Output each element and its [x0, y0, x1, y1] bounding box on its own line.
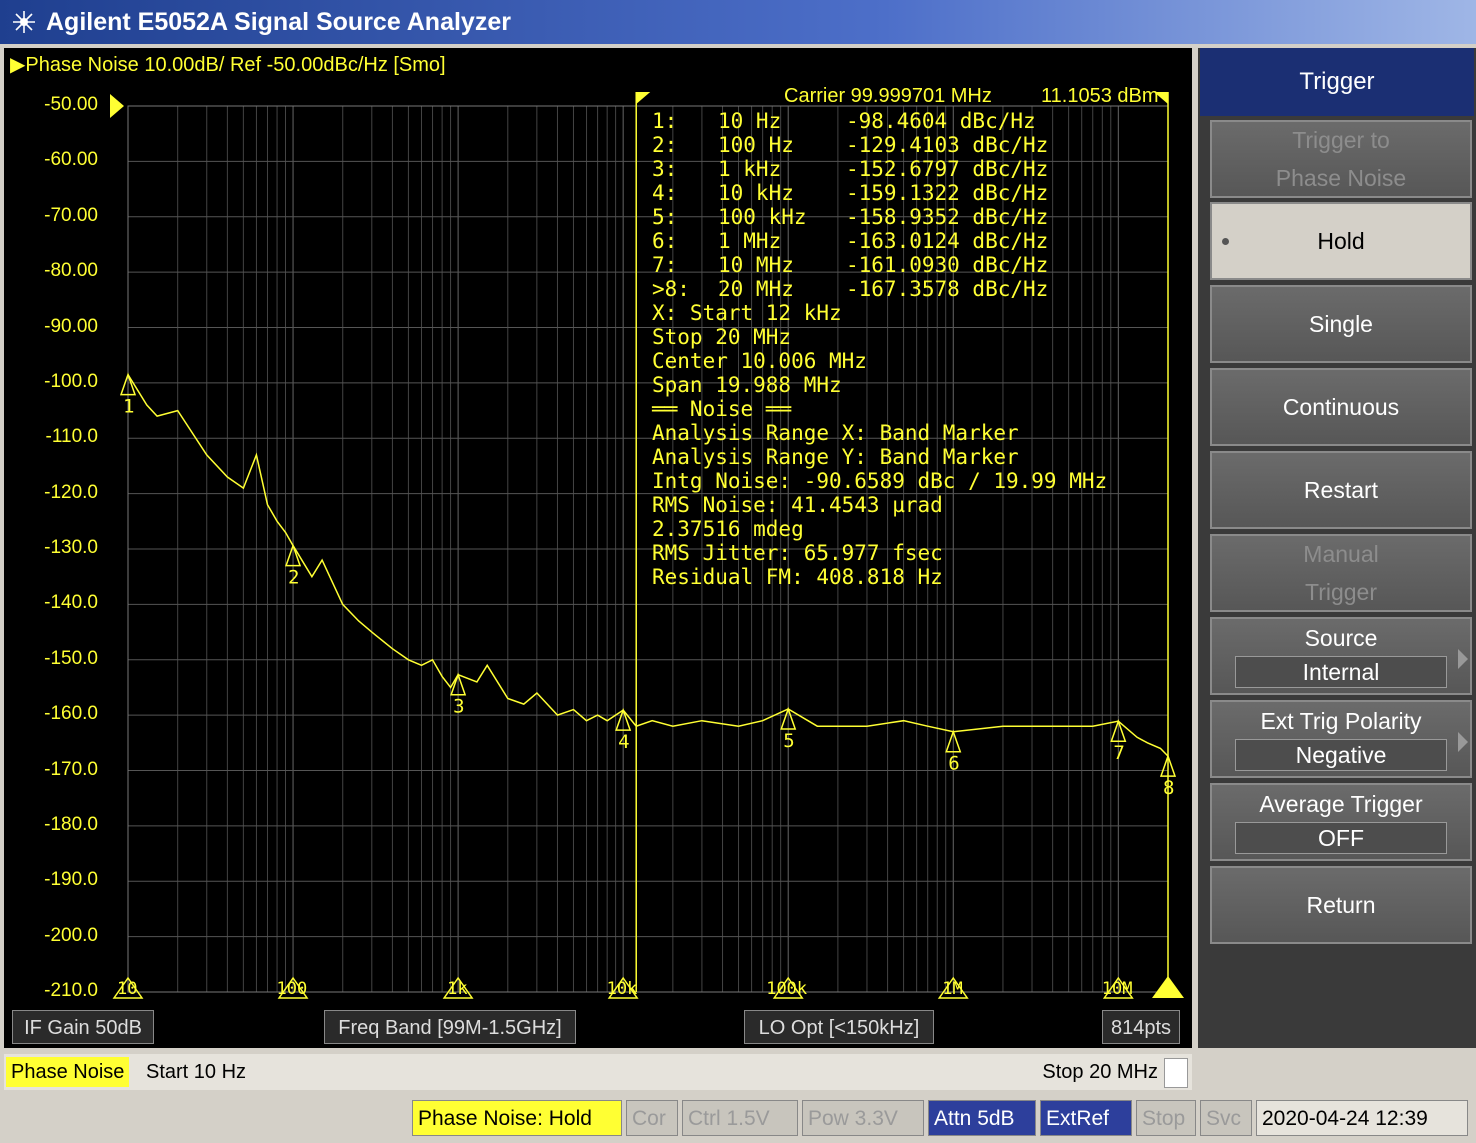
marker-number: 8 — [1163, 777, 1174, 799]
marker-number: 5 — [783, 730, 794, 752]
analysis-line: Analysis Range X: Band Marker — [652, 421, 1019, 445]
marker-table-index: 5: — [652, 205, 677, 229]
marker-table-index: 3: — [652, 157, 677, 181]
measurement-screen[interactable]: ▶Phase Noise 10.00dB/ Ref -50.00dBc/Hz [… — [4, 48, 1192, 1048]
cor-indicator: Cor — [626, 1100, 678, 1136]
selected-dot-icon — [1222, 238, 1229, 245]
marker-table-freq: 100 Hz — [718, 133, 794, 157]
channel-name[interactable]: Phase Noise — [6, 1057, 130, 1087]
channel-bar: Phase Noise Start 10 Hz Stop 20 MHz — [4, 1054, 1192, 1090]
freq-band-indicator[interactable]: Freq Band [99M-1.5GHz] — [324, 1010, 576, 1044]
lo-opt-indicator[interactable]: LO Opt [<150kHz] — [744, 1010, 934, 1044]
analysis-line: ══ Noise ══ — [651, 397, 791, 421]
marker-number: 4 — [618, 731, 629, 753]
marker-number: 6 — [948, 753, 959, 775]
ref-level-arrow-icon — [110, 94, 124, 118]
analysis-line: Intg Noise: -90.6589 dBc / 19.99 MHz — [652, 469, 1107, 493]
band-start-flag-icon — [636, 92, 651, 104]
marker-table-freq: 10 Hz — [718, 109, 781, 133]
if-gain-indicator[interactable]: IF Gain 50dB — [12, 1010, 154, 1044]
start-frequency[interactable]: Start 10 Hz — [146, 1057, 246, 1087]
hold-button[interactable]: Hold — [1210, 202, 1472, 280]
x-axis-ticks: 10 100 1k 10k 100k 1M 10M — [112, 976, 1184, 999]
measurement-status: Phase Noise: Hold — [412, 1100, 622, 1136]
status-bar: Phase Noise: Hold Cor Ctrl 1.5V Pow 3.3V… — [0, 1096, 1476, 1143]
agilent-logo-icon — [13, 11, 35, 33]
marker-table-freq: 10 kHz — [718, 181, 794, 205]
average-trigger-button[interactable]: Average Trigger OFF — [1210, 783, 1472, 861]
analysis-line: RMS Jitter: 65.977 fsec — [652, 541, 943, 565]
manual-trigger-button[interactable]: Manual Trigger — [1210, 534, 1472, 612]
phase-noise-plot[interactable]: 1 2 3 4 5 6 7 8 10 100 1k 10k 100k 1M 10M Carrier 99.… — [4, 48, 1192, 1048]
marker-table-value: -163.0124 dBc/Hz — [846, 229, 1048, 253]
softkey-menu-title: Trigger — [1200, 48, 1474, 116]
marker-table-value: -98.4604 dBc/Hz — [846, 109, 1036, 133]
marker-table-freq: 1 MHz — [718, 229, 781, 253]
extref-indicator: ExtRef — [1040, 1100, 1132, 1136]
trigger-to-phase-noise-button[interactable]: Trigger to Phase Noise — [1210, 120, 1472, 198]
analysis-line: Span 19.988 MHz — [652, 373, 842, 397]
marker-table-index: 1: — [652, 109, 677, 133]
channel-box — [1164, 1058, 1188, 1088]
ctrl-voltage-indicator: Ctrl 1.5V — [682, 1100, 798, 1136]
analysis-line: Residual FM: 408.818 Hz — [652, 565, 943, 589]
submenu-arrow-icon — [1458, 732, 1468, 752]
analysis-line: X: Start 12 kHz — [652, 301, 842, 325]
points-indicator[interactable]: 814pts — [1102, 1010, 1180, 1044]
marker-table-value: -129.4103 dBc/Hz — [846, 133, 1048, 157]
analysis-line: Center 10.006 MHz — [652, 349, 867, 373]
svc-indicator: Svc — [1200, 1100, 1252, 1136]
window-title: Agilent E5052A Signal Source Analyzer — [46, 7, 511, 36]
marker-number: 2 — [288, 567, 299, 589]
marker-number: 7 — [1113, 742, 1124, 764]
marker-table-freq: 20 MHz — [718, 277, 794, 301]
marker-table-value: -159.1322 dBc/Hz — [846, 181, 1048, 205]
restart-button[interactable]: Restart — [1210, 451, 1472, 529]
marker-table-freq: 100 kHz — [718, 205, 807, 229]
source-button[interactable]: Source Internal — [1210, 617, 1472, 695]
stop-marker-icon — [1152, 976, 1184, 998]
marker-table-freq: 10 MHz — [718, 253, 794, 277]
softkey-panel: Trigger Trigger to Phase Noise Hold Sing… — [1198, 48, 1476, 1048]
marker-table-value: -167.3578 dBc/Hz — [846, 277, 1048, 301]
marker-table-value: -158.9352 dBc/Hz — [846, 205, 1048, 229]
submenu-arrow-icon — [1458, 649, 1468, 669]
stop-frequency[interactable]: Stop 20 MHz — [1042, 1057, 1158, 1087]
marker-table-value: -152.6797 dBc/Hz — [846, 157, 1048, 181]
x-tick-label: 10k — [607, 979, 638, 999]
carrier-label: Carrier 99.999701 MHz — [784, 85, 992, 107]
analysis-line: Analysis Range Y: Band Marker — [652, 445, 1019, 469]
x-tick-label: 100 — [277, 979, 308, 999]
date-time: 2020-04-24 12:39 — [1256, 1100, 1468, 1136]
analysis-results: X: Start 12 kHz Stop 20 MHz Center 10.00… — [651, 301, 1107, 589]
x-tick-label: 1M — [942, 979, 962, 999]
stop-indicator: Stop — [1136, 1100, 1196, 1136]
analysis-line: 2.37516 mdeg — [652, 517, 804, 541]
marker-number: 3 — [453, 696, 464, 718]
marker-table-value: -161.0930 dBc/Hz — [846, 253, 1048, 277]
x-tick-label: 100k — [766, 979, 807, 999]
x-tick-label: 1k — [447, 979, 467, 999]
x-tick-label: 10 — [117, 979, 137, 999]
ext-trig-polarity-button[interactable]: Ext Trig Polarity Negative — [1210, 700, 1472, 778]
marker-table-index: 6: — [652, 229, 677, 253]
single-button[interactable]: Single — [1210, 285, 1472, 363]
continuous-button[interactable]: Continuous — [1210, 368, 1472, 446]
marker-number: 1 — [123, 396, 134, 418]
analysis-line: RMS Noise: 41.4543 µrad — [652, 493, 943, 517]
attenuation-indicator: Attn 5dB — [928, 1100, 1036, 1136]
marker-table-index: >8: — [652, 277, 690, 301]
power-voltage-indicator: Pow 3.3V — [802, 1100, 924, 1136]
return-button[interactable]: Return — [1210, 866, 1472, 944]
title-bar: Agilent E5052A Signal Source Analyzer — [0, 0, 1476, 44]
x-tick-label: 10M — [1102, 979, 1133, 999]
marker-table-index: 4: — [652, 181, 677, 205]
marker-table-freq: 1 kHz — [718, 157, 781, 181]
analysis-line: Stop 20 MHz — [652, 325, 791, 349]
carrier-power: 11.1053 dBm — [1041, 85, 1159, 107]
marker-table-index: 7: — [652, 253, 677, 277]
marker-table-index: 2: — [652, 133, 677, 157]
